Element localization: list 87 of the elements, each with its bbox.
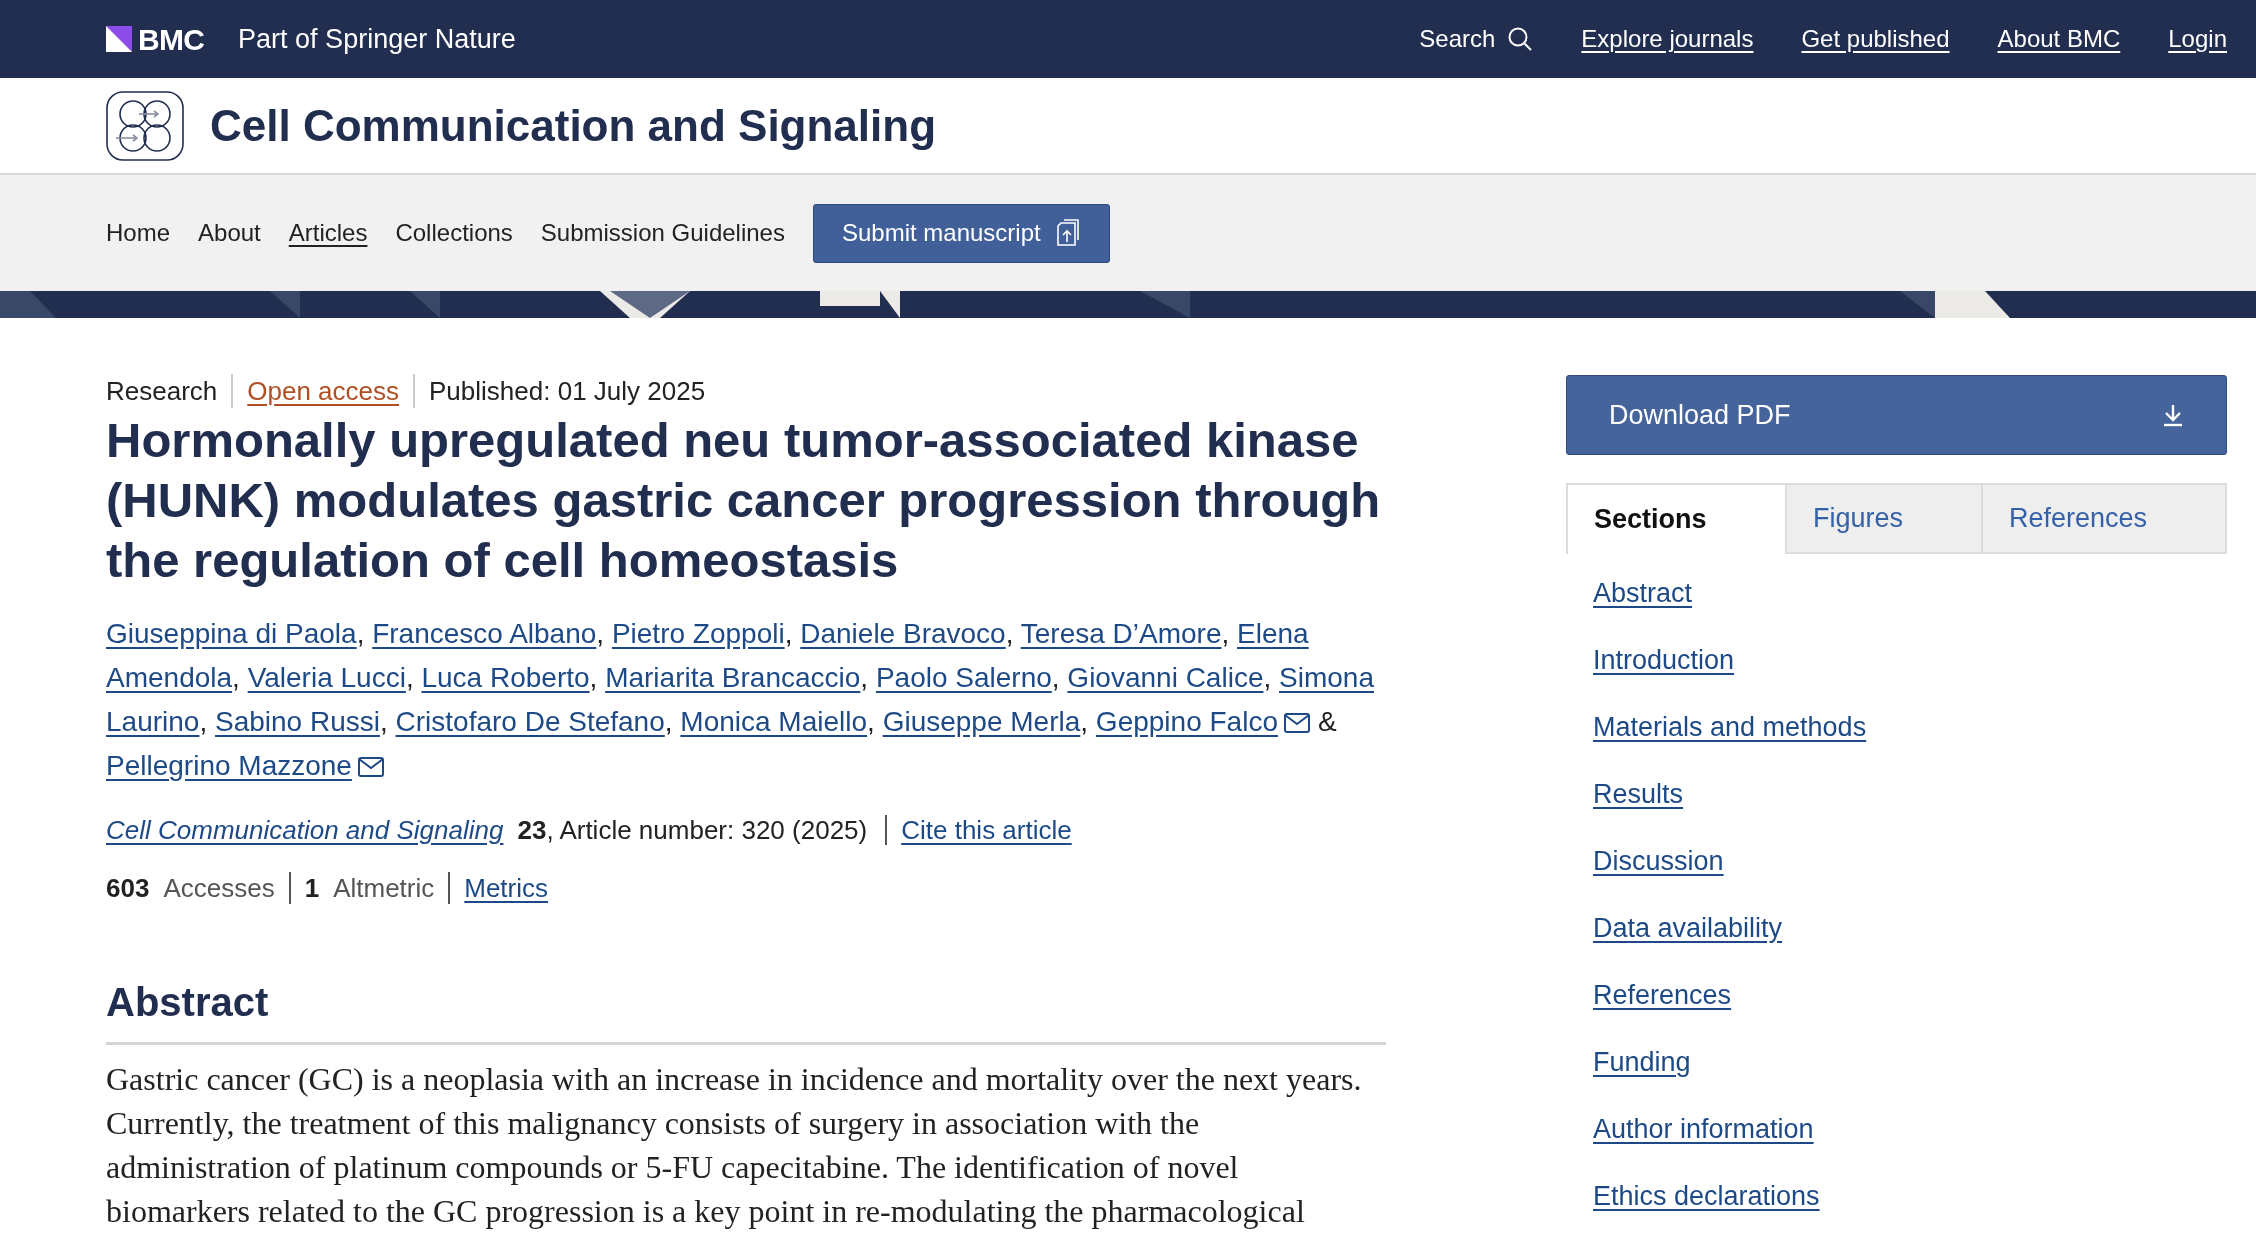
author-separator: , [1221, 618, 1230, 649]
author-link[interactable]: Amendola [106, 662, 233, 693]
article-title: Hormonally upregulated neu tumor-associated kinase (HUNK) modulates gastric cancer progression through the regulation of cell homeostasis [106, 412, 1382, 589]
author-link[interactable]: Giuseppina di Paola [106, 618, 357, 649]
section-heading: Abstract [106, 972, 1386, 1045]
author-link[interactable]: Valeria Lucci [247, 662, 406, 693]
email-icon[interactable] [357, 757, 384, 777]
email-icon[interactable] [1283, 713, 1310, 733]
article-number: , Article number: 320 (2025) [546, 814, 869, 847]
author-separator: , [232, 662, 240, 693]
author-separator: , [1005, 618, 1014, 649]
article-type: Research [106, 375, 219, 408]
author-separator: , [1080, 706, 1089, 737]
volume-number: 23 [517, 814, 547, 847]
metrics-link[interactable]: Metrics [448, 872, 549, 904]
author-separator: , [867, 706, 875, 737]
section-link[interactable]: Discussion [1593, 842, 1724, 880]
author-link[interactable]: Giovanni Calice [1067, 662, 1264, 693]
author-link[interactable]: Pietro Zoppoli [611, 618, 785, 649]
abstract-text: Gastric cancer (GC) is a neoplasia with an increase in incidence and mortality over the next years. Currently, the treatment of this malignancy consists of surgery in association with the administration of platinum compounds or 5-FU capecitabine. The identification of novel biomarkers related to the GC progression is a key point in re-modulating the pharmacological [106, 1060, 1363, 1231]
nav-link[interactable]: Articles [288, 215, 368, 251]
nav-link[interactable]: About [198, 215, 261, 251]
bmc-logo-link[interactable]: BMC [106, 16, 205, 62]
author-separator: , [596, 618, 605, 649]
section-link[interactable]: References [1593, 976, 1732, 1014]
author-link[interactable]: Cristofaro De Stefano [395, 706, 665, 737]
section-link[interactable]: Ethics declarations [1593, 1177, 1820, 1215]
altmetric-count: 1 [288, 872, 320, 904]
author-link[interactable]: Geppino Falco [1095, 706, 1278, 737]
section-link[interactable]: Data availability [1593, 909, 1783, 947]
download-icon [2162, 403, 2184, 427]
sidebar-tab[interactable]: References [1983, 483, 2227, 554]
tagline: Part of Springer Nature [238, 22, 516, 56]
top-nav-link[interactable]: Explore journals [1581, 21, 1754, 57]
journal-link[interactable]: Cell Communication and Signaling [106, 810, 504, 850]
altmetric-label: Altmetric [333, 872, 436, 904]
author-link[interactable]: Simona [1279, 662, 1374, 693]
author-separator: & [1317, 706, 1337, 737]
nav-link[interactable]: Collections [395, 215, 513, 251]
section-link[interactable]: Funding [1593, 1043, 1691, 1081]
author-separator: , [199, 706, 208, 737]
upload-document-icon [1054, 219, 1081, 247]
submit-manuscript-button[interactable]: Submit manuscript [812, 203, 1110, 263]
logo-mark-icon [106, 26, 132, 52]
search-button[interactable]: Search [1419, 21, 1534, 57]
author-separator: , [405, 662, 414, 693]
section-link[interactable]: Abstract [1593, 574, 1693, 612]
accesses-count: 603 [106, 872, 150, 904]
nav-link[interactable]: Home [106, 215, 171, 251]
author-link[interactable]: Paolo Salerno [875, 662, 1052, 693]
author-separator: , [784, 618, 793, 649]
top-nav-link[interactable]: Login [2168, 21, 2227, 57]
author-link[interactable]: Monica Maiello [680, 706, 868, 737]
sidebar-tab[interactable]: Sections [1566, 483, 1787, 554]
author-link[interactable]: Mariarita Brancaccio [605, 662, 861, 693]
author-separator: , [1263, 662, 1272, 693]
accesses-label: Accesses [163, 872, 276, 904]
author-separator: , [356, 618, 365, 649]
author-separator: , [664, 706, 673, 737]
download-pdf-button[interactable]: Download PDF [1566, 375, 2227, 455]
top-nav-link[interactable]: Get published [1801, 21, 1950, 57]
author-link[interactable]: Pellegrino Mazzone [106, 750, 352, 781]
author-link[interactable]: Teresa D’Amore [1020, 618, 1222, 649]
sidebar-tab[interactable]: Figures [1787, 483, 1983, 554]
cite-article-link[interactable]: Cite this article [885, 815, 1072, 845]
author-link[interactable]: Francesco Albano [372, 618, 597, 649]
section-link[interactable]: Results [1593, 775, 1684, 813]
author-link[interactable]: Sabino Russi [214, 706, 380, 737]
author-separator: , [1051, 662, 1060, 693]
author-separator: , [860, 662, 869, 693]
author-link[interactable]: Giuseppe Merla [882, 706, 1081, 737]
open-access-link[interactable]: Open access [231, 374, 414, 408]
search-icon [1507, 26, 1534, 52]
author-separator: , [589, 662, 598, 693]
author-separator: , [379, 706, 388, 737]
section-link[interactable]: Materials and methods [1593, 708, 1867, 746]
published-date: Published: 01 July 2025 [413, 374, 706, 408]
top-nav-link[interactable]: About BMC [1997, 21, 2121, 57]
author-link[interactable]: Daniele Bravoco [800, 618, 1006, 649]
journal-logo-icon [106, 90, 184, 161]
section-link[interactable]: Introduction [1593, 641, 1735, 679]
nav-link[interactable]: Submission Guidelines [540, 215, 785, 251]
section-link[interactable]: Author information [1593, 1110, 1814, 1148]
author-link[interactable]: Elena [1237, 618, 1309, 649]
author-link[interactable]: Laurino [106, 706, 200, 737]
author-link[interactable]: Luca Roberto [421, 662, 590, 693]
journal-title: Cell Communication and Signaling [210, 99, 937, 152]
